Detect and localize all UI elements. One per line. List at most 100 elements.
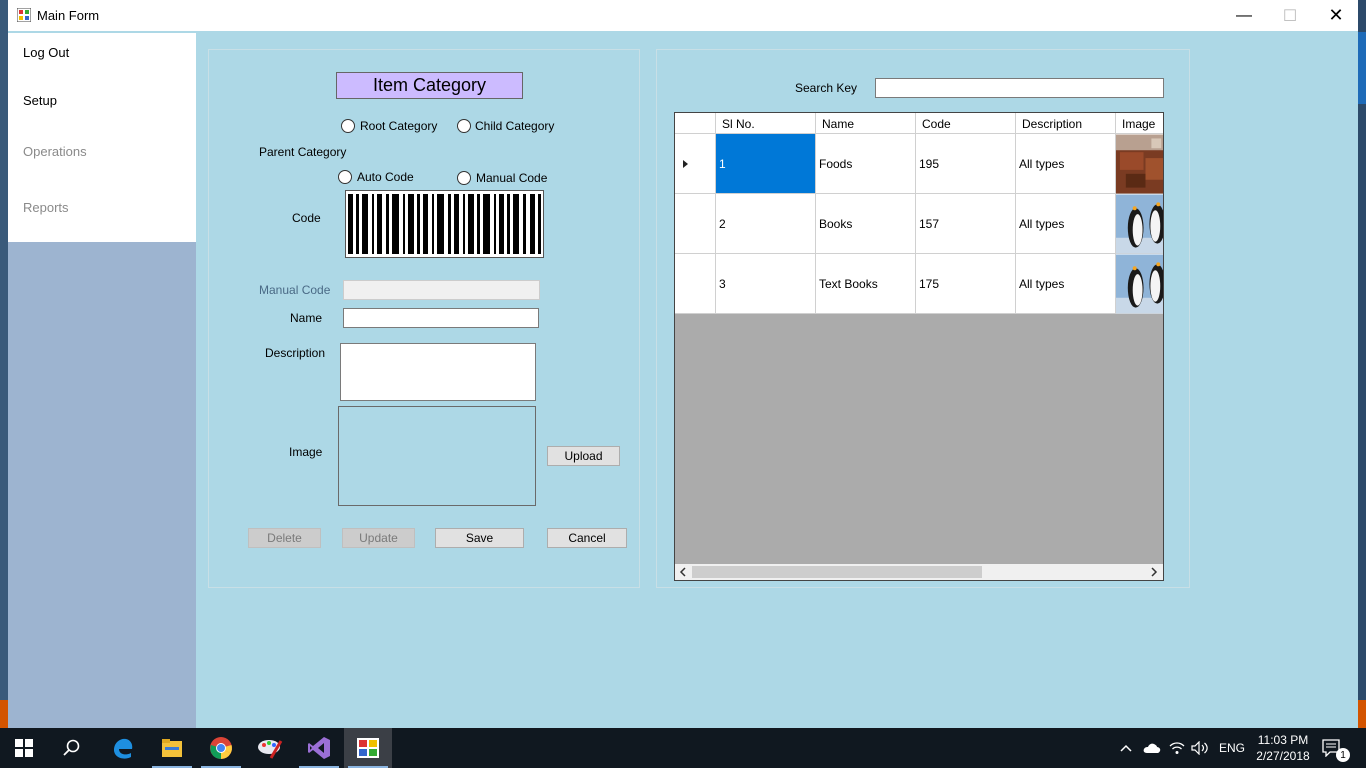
desktop-left-edge bbox=[0, 0, 8, 728]
close-icon: ✕ bbox=[1328, 5, 1344, 25]
description-input[interactable] bbox=[340, 343, 536, 401]
row-header[interactable] bbox=[675, 254, 716, 314]
main-form-window: Main Form — ☐ ✕ Log Out Setup Operations… bbox=[8, 0, 1358, 728]
manual-code-radio[interactable] bbox=[457, 171, 471, 185]
taskbar-file-explorer[interactable] bbox=[148, 728, 196, 768]
root-category-label[interactable]: Root Category bbox=[360, 119, 437, 133]
penguins-photo bbox=[1116, 254, 1163, 313]
taskbar-visual-studio[interactable] bbox=[295, 728, 343, 768]
cell-sl-no[interactable]: 1 bbox=[716, 134, 816, 194]
auto-code-radio[interactable] bbox=[338, 170, 352, 184]
minimize-button[interactable]: — bbox=[1221, 0, 1267, 31]
cell-description[interactable]: All types bbox=[1016, 134, 1116, 194]
name-input[interactable] bbox=[343, 308, 539, 328]
description-label: Description bbox=[265, 346, 326, 360]
upload-button[interactable]: Upload bbox=[547, 446, 620, 466]
taskbar-main-form-app[interactable] bbox=[344, 728, 392, 768]
code-label: Code bbox=[292, 211, 321, 225]
search-icon bbox=[63, 739, 80, 756]
manual-code-input[interactable] bbox=[343, 280, 540, 300]
child-category-label[interactable]: Child Category bbox=[475, 119, 554, 133]
root-category-radio[interactable] bbox=[341, 119, 355, 133]
category-grid[interactable]: Sl No. Name Code Description Image 1 Foo… bbox=[674, 112, 1164, 581]
search-input[interactable] bbox=[875, 78, 1164, 98]
maximize-button[interactable]: ☐ bbox=[1267, 0, 1313, 31]
column-header-image[interactable]: Image bbox=[1116, 113, 1163, 134]
furniture-photo bbox=[1116, 134, 1163, 193]
cell-sl-no[interactable]: 3 bbox=[716, 254, 816, 314]
minimize-icon: — bbox=[1236, 6, 1252, 24]
show-hidden-icons-button[interactable] bbox=[1120, 728, 1132, 768]
scroll-left-icon[interactable] bbox=[678, 567, 688, 577]
scroll-right-icon[interactable] bbox=[1149, 567, 1159, 577]
clock-time: 11:03 PM bbox=[1257, 733, 1309, 747]
menu-item-setup[interactable]: Setup bbox=[23, 93, 57, 108]
cell-code[interactable]: 157 bbox=[916, 194, 1016, 254]
row-header[interactable] bbox=[675, 134, 716, 194]
clock[interactable]: 11:03 PM 2/27/2018 bbox=[1252, 728, 1314, 768]
manual-code-label: Manual Code bbox=[259, 283, 331, 297]
cell-name[interactable]: Books bbox=[816, 194, 916, 254]
cell-name[interactable]: Text Books bbox=[816, 254, 916, 314]
scrollbar-thumb[interactable] bbox=[692, 566, 982, 578]
maximize-icon: ☐ bbox=[1282, 7, 1298, 25]
taskbar-paint[interactable] bbox=[246, 728, 294, 768]
main-form-app-icon bbox=[357, 738, 379, 758]
row-header[interactable] bbox=[675, 194, 716, 254]
cell-name[interactable]: Foods bbox=[816, 134, 916, 194]
taskbar-chrome[interactable] bbox=[197, 728, 245, 768]
close-button[interactable]: ✕ bbox=[1313, 0, 1359, 31]
child-category-radio[interactable] bbox=[457, 119, 471, 133]
desktop-right-edge bbox=[1358, 0, 1366, 728]
menu-item-reports[interactable]: Reports bbox=[23, 200, 69, 215]
horizontal-scrollbar[interactable] bbox=[675, 564, 1163, 580]
window-title: Main Form bbox=[37, 8, 100, 23]
menu-item-operations[interactable]: Operations bbox=[23, 144, 87, 159]
wifi-icon bbox=[1169, 742, 1185, 754]
cell-image[interactable] bbox=[1116, 134, 1163, 194]
taskbar: ENG 11:03 PM 2/27/2018 1 bbox=[0, 728, 1366, 768]
column-header-code[interactable]: Code bbox=[916, 113, 1016, 134]
search-key-label: Search Key bbox=[795, 81, 858, 95]
cancel-button[interactable]: Cancel bbox=[547, 528, 627, 548]
cell-image[interactable] bbox=[1116, 194, 1163, 254]
name-label: Name bbox=[290, 311, 323, 325]
volume-tray[interactable] bbox=[1191, 728, 1209, 768]
chrome-icon bbox=[210, 737, 232, 759]
column-header-name[interactable]: Name bbox=[816, 113, 916, 134]
action-center-button[interactable]: 1 bbox=[1322, 728, 1352, 768]
visual-studio-icon bbox=[308, 737, 330, 759]
menu-item-logout[interactable]: Log Out bbox=[23, 45, 69, 60]
taskbar-edge[interactable] bbox=[99, 728, 147, 768]
column-header-sl-no[interactable]: Sl No. bbox=[716, 113, 816, 134]
form-header: Item Category bbox=[336, 72, 523, 99]
cell-description[interactable]: All types bbox=[1016, 254, 1116, 314]
taskbar-search-button[interactable] bbox=[48, 728, 96, 768]
penguins-photo bbox=[1116, 194, 1163, 253]
manual-code-radio-label[interactable]: Manual Code bbox=[476, 171, 547, 185]
update-button[interactable]: Update bbox=[342, 528, 415, 548]
paint-icon bbox=[258, 740, 283, 759]
save-button[interactable]: Save bbox=[435, 528, 524, 548]
cell-image[interactable] bbox=[1116, 254, 1163, 314]
barcode-image bbox=[345, 190, 544, 258]
cell-sl-no[interactable]: 2 bbox=[716, 194, 816, 254]
grid-corner-header bbox=[675, 113, 716, 134]
file-explorer-icon bbox=[162, 739, 182, 757]
delete-button[interactable]: Delete bbox=[248, 528, 321, 548]
chevron-up-icon bbox=[1120, 744, 1132, 752]
auto-code-label[interactable]: Auto Code bbox=[357, 170, 414, 184]
parent-category-label: Parent Category bbox=[259, 145, 347, 159]
onedrive-tray[interactable] bbox=[1143, 728, 1161, 768]
start-button[interactable] bbox=[0, 728, 48, 768]
cell-description[interactable]: All types bbox=[1016, 194, 1116, 254]
image-preview bbox=[338, 406, 536, 506]
cell-code[interactable]: 195 bbox=[916, 134, 1016, 194]
title-bar[interactable]: Main Form — ☐ ✕ bbox=[8, 0, 1358, 31]
image-label: Image bbox=[289, 445, 323, 459]
network-tray[interactable] bbox=[1169, 728, 1185, 768]
cell-code[interactable]: 175 bbox=[916, 254, 1016, 314]
input-language[interactable]: ENG bbox=[1219, 728, 1245, 768]
current-row-indicator-icon bbox=[683, 160, 688, 168]
column-header-description[interactable]: Description bbox=[1016, 113, 1116, 134]
